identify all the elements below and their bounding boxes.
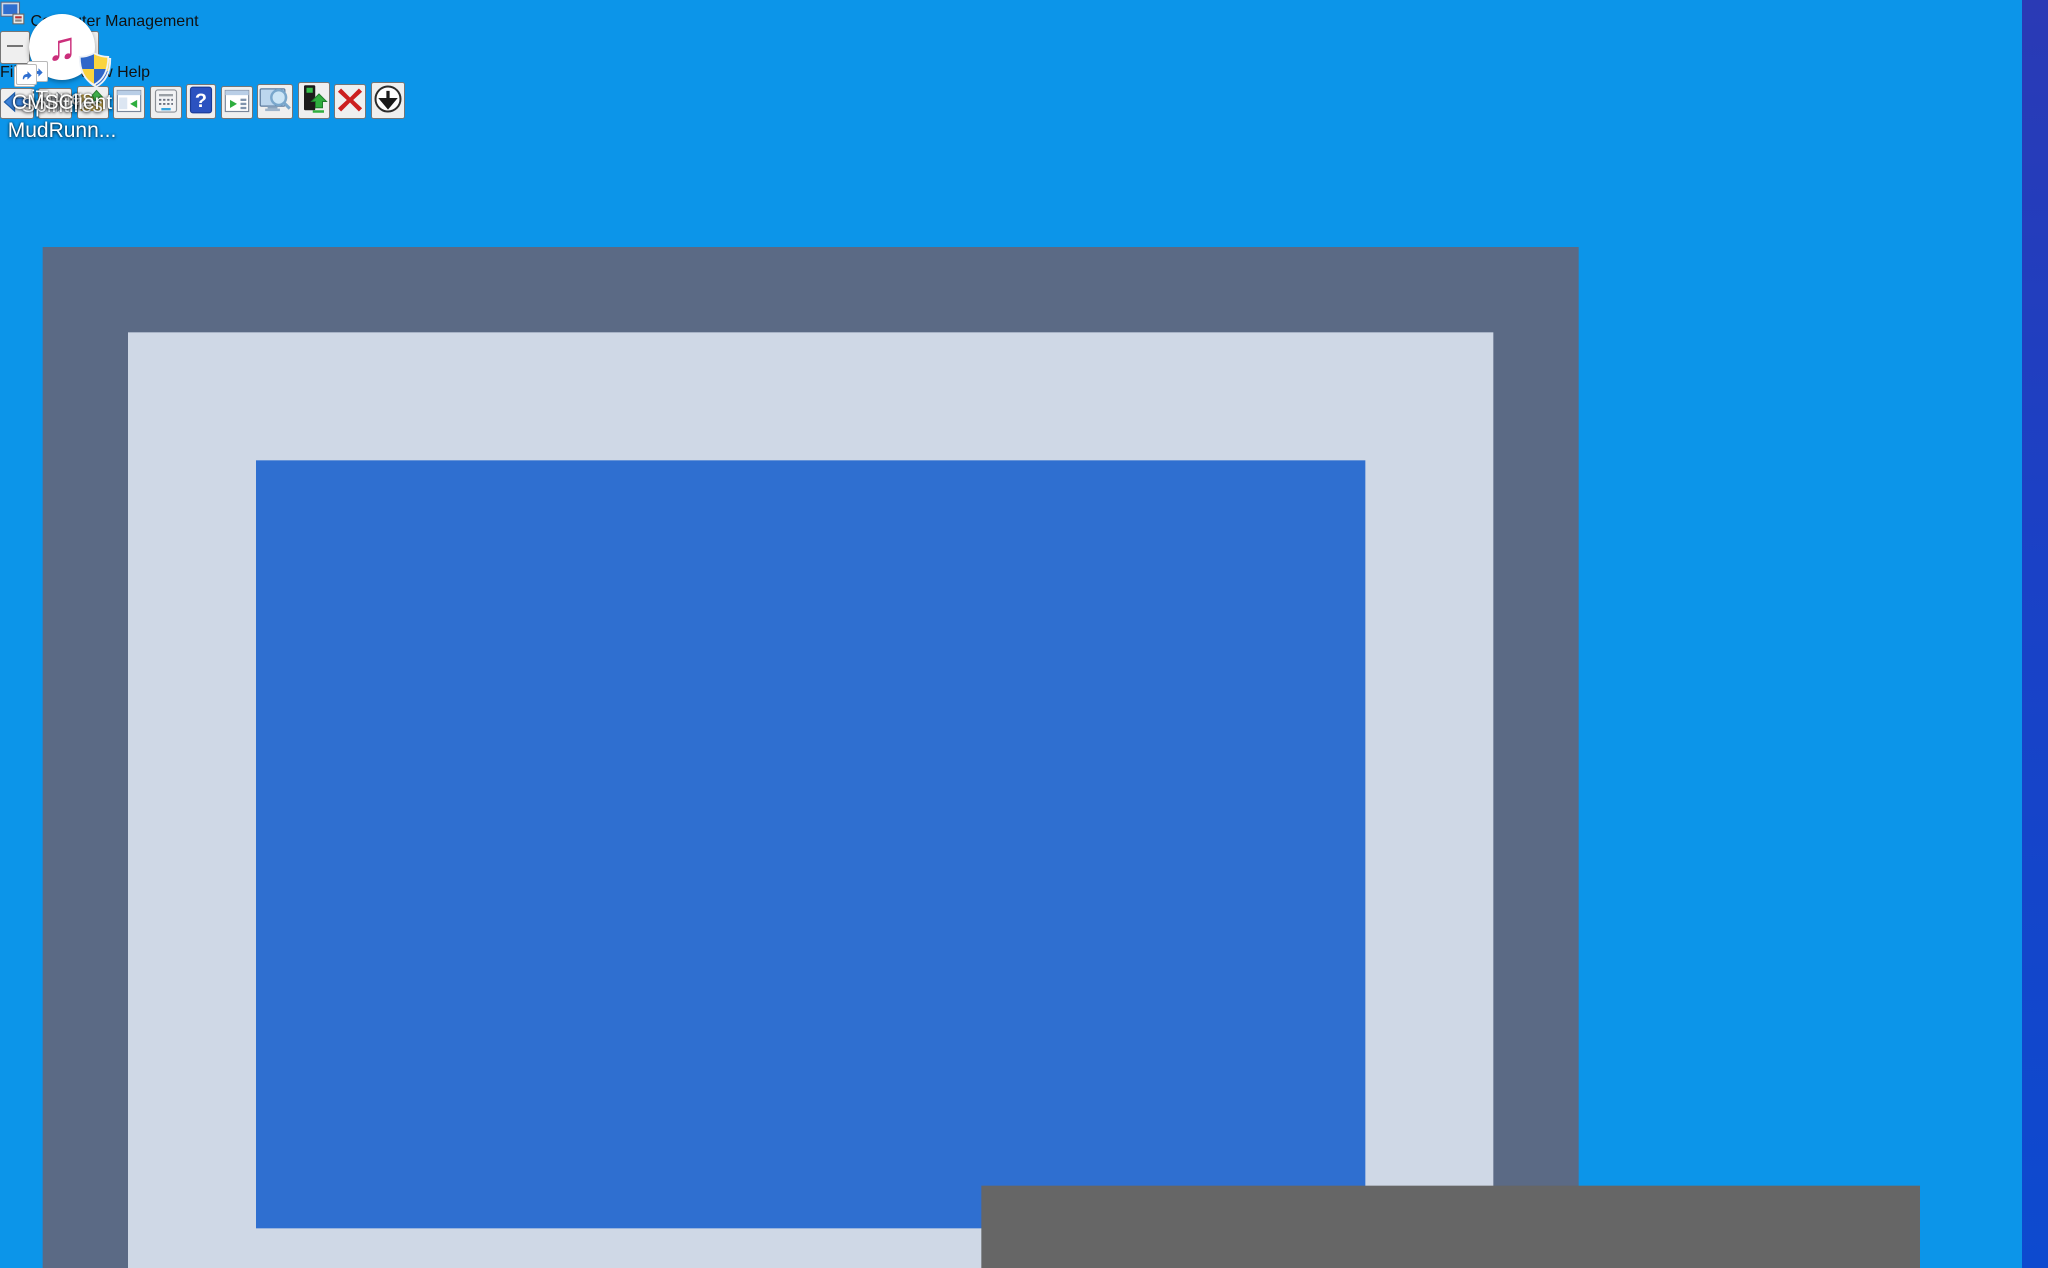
computer-management-window: Computer Management File Action View Hel… xyxy=(0,0,2048,1268)
desktop-icon-label: CMSClient xyxy=(0,90,124,115)
update-driver-icon xyxy=(300,84,328,114)
scan-hardware-changes-icon xyxy=(259,86,291,114)
show-action-pane-icon xyxy=(223,88,251,114)
computer-icon xyxy=(0,119,2048,1268)
svg-text:?: ? xyxy=(195,90,207,112)
toolbar: ? xyxy=(0,82,2048,119)
desktop-icon-label-line2: MudRunn... xyxy=(0,118,124,143)
scan-hardware-changes-button[interactable] xyxy=(257,84,293,119)
disable-device-button[interactable] xyxy=(371,82,405,119)
desktop-wallpaper-edge xyxy=(2022,0,2048,1268)
uac-shield-icon xyxy=(76,51,112,87)
disable-device-icon xyxy=(373,84,403,114)
console-tree-panel: Computer Management (Local System Tools … xyxy=(0,119,2048,1268)
uninstall-device-icon xyxy=(336,86,364,114)
tree-item-computer-management[interactable]: Computer Management (Local xyxy=(0,119,2048,1268)
export-list-icon xyxy=(152,88,180,114)
show-action-pane-button[interactable] xyxy=(221,86,253,119)
help-button[interactable]: ? xyxy=(186,84,216,119)
uninstall-device-button[interactable] xyxy=(334,84,366,119)
desktop-icon-cmsclient[interactable]: CMSClient xyxy=(0,0,124,115)
help-icon: ? xyxy=(188,86,214,114)
title-bar: Computer Management xyxy=(0,0,2048,64)
menu-bar: File Action View Help xyxy=(0,64,2048,82)
export-list-button[interactable] xyxy=(150,86,182,119)
shortcut-arrow-icon xyxy=(16,64,37,85)
update-driver-button[interactable] xyxy=(298,82,330,119)
